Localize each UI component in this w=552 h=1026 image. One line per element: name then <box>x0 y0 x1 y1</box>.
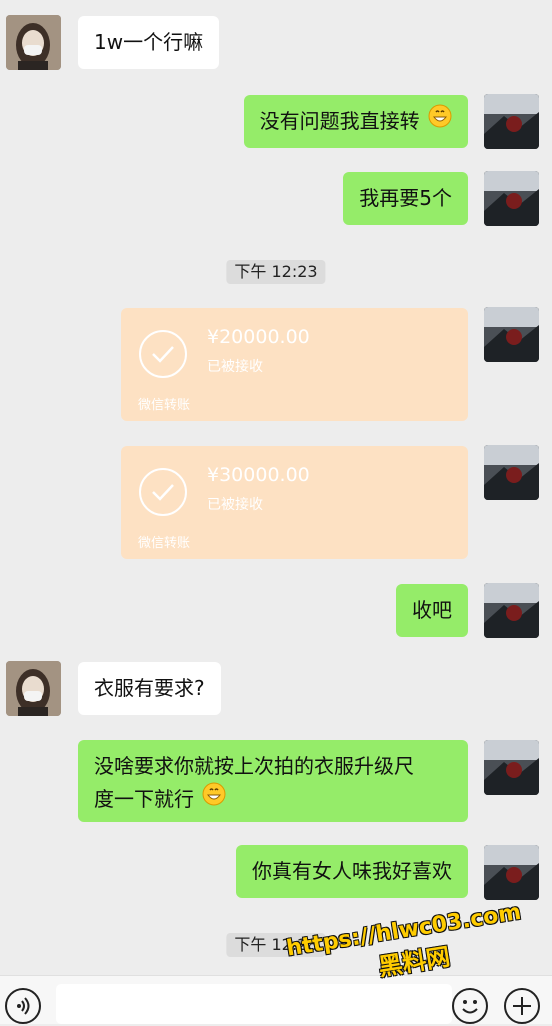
transfer-card[interactable]: ¥30000.00 已被接收 微信转账 <box>121 446 468 559</box>
message-text-line: 没啥要求你就按上次拍的衣服升级尺 <box>94 754 414 778</box>
voice-input-icon[interactable] <box>5 988 41 1024</box>
transfer-footer: 微信转账 <box>138 536 191 551</box>
transfer-card[interactable]: ¥20000.00 已被接收 微信转账 <box>121 308 468 421</box>
contact-avatar[interactable] <box>6 15 61 70</box>
message-text: 没有问题我直接转 <box>259 109 420 133</box>
message-input[interactable] <box>56 984 452 1024</box>
message-bubble-sent[interactable]: 收吧 <box>396 584 468 637</box>
grinning-face-icon <box>428 104 452 138</box>
message-bubble-received[interactable]: 1w一个行嘛 <box>78 16 220 69</box>
message-text-line: 度一下就行 <box>94 787 194 811</box>
user-avatar[interactable] <box>484 307 539 362</box>
user-avatar[interactable] <box>484 583 539 638</box>
add-icon[interactable] <box>504 988 540 1024</box>
input-toolbar <box>0 975 552 1024</box>
user-avatar[interactable] <box>484 740 539 795</box>
transfer-footer: 微信转账 <box>138 398 191 413</box>
message-bubble-sent[interactable]: 我再要5个 <box>343 172 468 225</box>
transfer-amount: ¥20000.00 <box>207 326 310 348</box>
grinning-face-icon <box>202 782 226 816</box>
contact-avatar[interactable] <box>6 661 61 716</box>
message-text: 你真有女人味我好喜欢 <box>252 859 452 883</box>
message-bubble-sent[interactable]: 没啥要求你就按上次拍的衣服升级尺 度一下就行 <box>78 740 468 822</box>
transfer-status: 已被接收 <box>207 497 263 513</box>
transfer-amount: ¥30000.00 <box>207 464 310 486</box>
message-bubble-received[interactable]: 衣服有要求? <box>78 662 221 715</box>
transfer-status: 已被接收 <box>207 359 263 375</box>
message-text: 我再要5个 <box>359 186 452 210</box>
message-text: 1w一个行嘛 <box>94 30 204 54</box>
check-circle-icon <box>139 468 187 516</box>
user-avatar[interactable] <box>484 845 539 900</box>
emoji-icon[interactable] <box>452 988 488 1024</box>
message-bubble-sent[interactable]: 没有问题我直接转 <box>243 95 468 148</box>
user-avatar[interactable] <box>484 445 539 500</box>
message-text: 衣服有要求? <box>94 676 205 700</box>
message-bubble-sent[interactable]: 你真有女人味我好喜欢 <box>236 845 468 898</box>
message-text: 收吧 <box>412 598 452 622</box>
check-circle-icon <box>139 330 187 378</box>
user-avatar[interactable] <box>484 94 539 149</box>
user-avatar[interactable] <box>484 171 539 226</box>
timestamp: 下午 12:23 <box>226 260 326 284</box>
